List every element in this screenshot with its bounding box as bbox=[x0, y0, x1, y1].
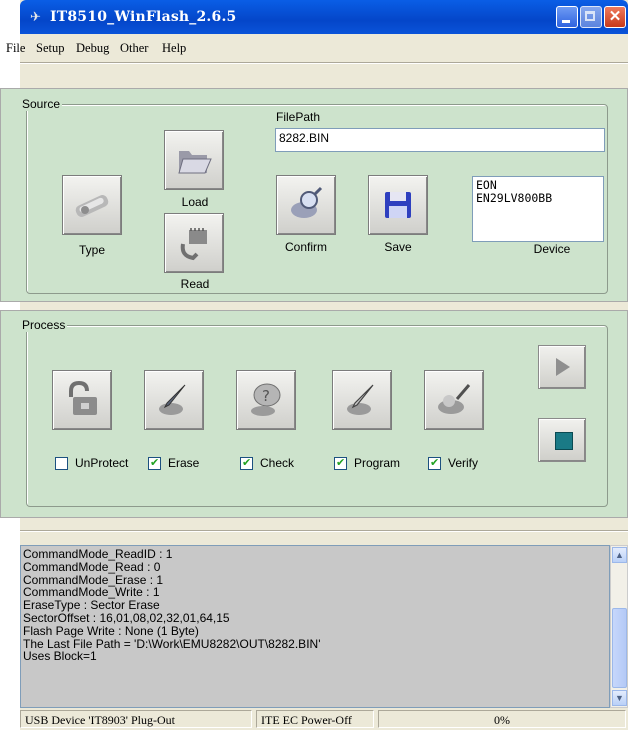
type-button[interactable] bbox=[62, 175, 122, 235]
stop-button[interactable] bbox=[538, 418, 586, 462]
menu-divider-highlight bbox=[20, 63, 628, 64]
svg-text:?: ? bbox=[262, 387, 270, 405]
filepath-label: FilePath bbox=[276, 110, 321, 124]
verify-button[interactable] bbox=[424, 370, 484, 430]
title-bar[interactable]: ✈ IT8510_WinFlash_2.6.5 ✕ bbox=[20, 0, 628, 34]
menu-setup[interactable]: Setup bbox=[36, 41, 64, 56]
verify-checkbox-label: Verify bbox=[448, 456, 479, 470]
floppy-disk-icon bbox=[385, 192, 411, 218]
maximize-button[interactable] bbox=[580, 6, 602, 28]
progress-text: 0% bbox=[494, 713, 510, 727]
source-group-label: Source bbox=[20, 97, 63, 111]
scroll-down-arrow-icon[interactable]: ▼ bbox=[612, 690, 627, 706]
status-bar: USB Device 'IT8903' Plug-Out ITE EC Powe… bbox=[20, 708, 628, 730]
unprotect-button[interactable] bbox=[52, 370, 112, 430]
close-button[interactable]: ✕ bbox=[604, 6, 626, 28]
scroll-up-arrow-icon[interactable]: ▲ bbox=[612, 547, 627, 563]
verify-magnifier-icon bbox=[438, 384, 471, 414]
menu-debug[interactable]: Debug bbox=[76, 41, 109, 56]
check-checkbox-label: Check bbox=[260, 456, 295, 470]
pen-write-icon bbox=[347, 384, 374, 415]
erase-button[interactable] bbox=[144, 370, 204, 430]
confirm-label: Confirm bbox=[284, 240, 327, 254]
menu-help[interactable]: Help bbox=[162, 41, 186, 56]
close-icon: ✕ bbox=[608, 8, 622, 25]
play-icon bbox=[556, 358, 570, 376]
device-label: Device bbox=[533, 242, 571, 256]
progress-bar: 0% bbox=[378, 710, 626, 728]
process-frame bbox=[26, 325, 608, 507]
question-bubble-icon: ? bbox=[251, 383, 281, 416]
panel-divider-highlight bbox=[20, 531, 628, 532]
device-box[interactable]: EON EN29LV800BB bbox=[472, 176, 604, 242]
eraser-pen-icon bbox=[159, 384, 186, 415]
log-line: Flash Page Write : None (1 Byte) bbox=[23, 623, 199, 638]
menu-other[interactable]: Other bbox=[120, 41, 148, 56]
chip-read-icon bbox=[180, 228, 207, 261]
confirm-button[interactable] bbox=[276, 175, 336, 235]
unprotect-checkbox[interactable] bbox=[55, 457, 68, 470]
log-line: CommandMode_ReadID : 1 bbox=[23, 547, 173, 561]
minimize-button[interactable] bbox=[556, 6, 578, 28]
filepath-input[interactable]: 8282.BIN bbox=[275, 128, 605, 152]
run-button[interactable] bbox=[538, 345, 586, 389]
log-output[interactable]: CommandMode_ReadID : 1 CommandMode_Read … bbox=[20, 545, 610, 708]
erase-checkbox[interactable] bbox=[148, 456, 161, 470]
log-line: CommandMode_Read : 0 bbox=[23, 559, 161, 574]
handshake-icon bbox=[75, 195, 109, 217]
app-window: ✈ IT8510_WinFlash_2.6.5 ✕ File Setup Deb… bbox=[0, 0, 628, 730]
load-label: Load bbox=[181, 195, 209, 209]
check-button[interactable]: ? bbox=[236, 370, 296, 430]
verify-checkbox[interactable] bbox=[428, 456, 441, 470]
log-line: The Last File Path = 'D:\Work\EMU8282\OU… bbox=[23, 636, 321, 651]
program-checkbox-label: Program bbox=[354, 456, 401, 470]
load-button[interactable] bbox=[164, 130, 224, 190]
check-checkbox[interactable] bbox=[240, 456, 253, 470]
magnifier-disc-icon bbox=[291, 186, 323, 218]
read-label: Read bbox=[180, 277, 210, 291]
log-line: Uses Block=1 bbox=[23, 649, 97, 664]
stop-icon bbox=[555, 432, 573, 450]
unlock-icon bbox=[69, 381, 97, 415]
type-label: Type bbox=[78, 243, 105, 257]
process-group-label: Process bbox=[20, 318, 68, 332]
read-button[interactable] bbox=[164, 213, 224, 273]
menu-file[interactable]: File bbox=[6, 41, 25, 56]
unprotect-checkbox-label: UnProtect bbox=[75, 456, 129, 470]
folder-open-icon bbox=[178, 151, 212, 174]
erase-checkbox-label: Erase bbox=[168, 456, 200, 470]
usb-status: USB Device 'IT8903' Plug-Out bbox=[20, 710, 252, 728]
ec-status: ITE EC Power-Off bbox=[256, 710, 374, 728]
log-line: SectorOffset : 16,01,08,02,32,01,64,15 bbox=[23, 610, 230, 625]
program-button[interactable] bbox=[332, 370, 392, 430]
save-label: Save bbox=[384, 240, 412, 254]
log-scrollbar[interactable]: ▲ ▼ bbox=[610, 545, 628, 708]
program-checkbox[interactable] bbox=[334, 456, 347, 470]
window-title: IT8510_WinFlash_2.6.5 bbox=[50, 9, 237, 25]
save-button[interactable] bbox=[368, 175, 428, 235]
device-model: EN29LV800BB bbox=[476, 191, 553, 205]
app-icon: ✈ bbox=[30, 9, 41, 24]
scroll-thumb[interactable] bbox=[612, 608, 627, 688]
